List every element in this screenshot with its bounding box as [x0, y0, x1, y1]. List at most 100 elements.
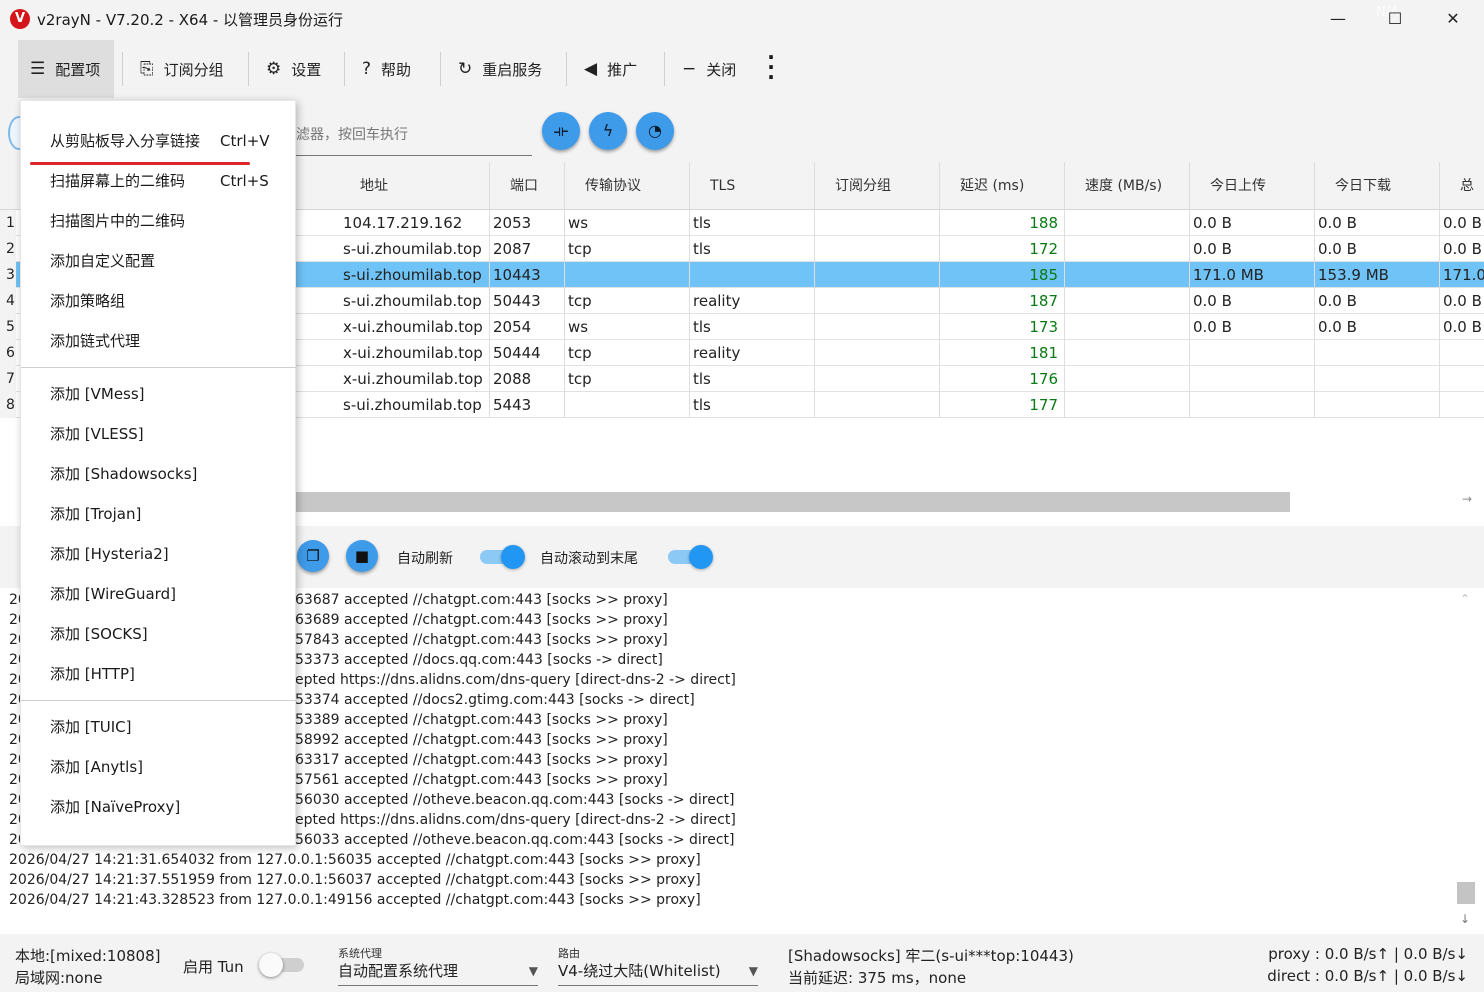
maximize-button[interactable]: ☐ — [1380, 6, 1410, 32]
toolbar-settings-button[interactable]: ⚙ 设置 — [266, 40, 321, 98]
table-cell-tls: reality — [690, 340, 815, 366]
table-cell-net — [565, 262, 690, 288]
menu-item[interactable]: 从剪贴板导入分享链接 Ctrl+V — [21, 121, 297, 161]
server-icon: ☰ — [30, 59, 46, 79]
menu-item[interactable]: 添加自定义配置 — [21, 241, 297, 281]
menu-separator — [21, 700, 297, 701]
menu-item[interactable]: 添加 [SOCKS] — [21, 614, 297, 654]
table-cell-down: 0.0 B — [1315, 210, 1440, 236]
minimize-button[interactable]: — — [1323, 6, 1353, 32]
route-select[interactable]: V4-绕过大陆(Whitelist) ▼ — [558, 958, 758, 986]
log-line: 58992 accepted //chatgpt.com:443 [socks … — [295, 732, 668, 748]
toolbar-help-label: 帮助 — [381, 60, 412, 79]
toolbar-servers-label: 配置项 — [55, 60, 101, 79]
menu-item[interactable]: 添加 [NaïveProxy] — [21, 787, 297, 827]
table-cell-delay: 185 — [940, 262, 1065, 288]
table-cell-up: 0.0 B — [1190, 236, 1315, 262]
filter-input[interactable]: 滤器，按回车执行 — [296, 112, 532, 156]
auto-scroll-toggle[interactable] — [668, 545, 713, 569]
menu-item-shortcut: Ctrl+V — [220, 132, 270, 150]
column-header[interactable]: 速度 (MB/s) — [1065, 162, 1190, 210]
table-cell-speed — [1065, 210, 1190, 236]
menu-item[interactable]: 添加 [Trojan] — [21, 494, 297, 534]
menu-item[interactable]: 添加 [Hysteria2] — [21, 534, 297, 574]
column-header[interactable]: 地址 — [340, 162, 490, 210]
column-header[interactable]: 订阅分组 — [815, 162, 940, 210]
menu-item[interactable]: 扫描屏幕上的二维码 Ctrl+S — [21, 161, 297, 201]
column-header[interactable]: 传输协议 — [565, 162, 690, 210]
test-delay-button[interactable]: ϟ — [589, 112, 627, 150]
sysproxy-select[interactable]: 自动配置系统代理 ▼ — [338, 958, 538, 986]
toolbar-subscription-button[interactable]: ⎘ 订阅分组 — [140, 40, 224, 98]
current-server-text: [Shadowsocks] 牢二(s-ui***top:10443) — [788, 947, 1074, 965]
menu-item-label: 添加 [HTTP] — [50, 665, 135, 683]
table-cell-down: 153.9 MB — [1315, 262, 1440, 288]
table-cell-total: 171.0 — [1440, 262, 1484, 288]
menu-item[interactable]: 添加 [Anytls] — [21, 747, 297, 787]
table-cell-up: 0.0 B — [1190, 210, 1315, 236]
log-line: epted https://dns.alidns.com/dns-query [… — [295, 672, 736, 688]
table-cell-tls: reality — [690, 288, 815, 314]
menu-item-label: 添加链式代理 — [50, 332, 141, 350]
test-speed-button[interactable]: ◔ — [636, 112, 674, 150]
menu-item[interactable]: 添加链式代理 — [21, 321, 297, 361]
scroll-down-icon[interactable]: ↓ — [1460, 912, 1470, 926]
more-options-icon[interactable]: · · · — [762, 47, 780, 87]
menu-item[interactable]: 添加策略组 — [21, 281, 297, 321]
menu-item[interactable]: 添加 [TUIC] — [21, 707, 297, 747]
menu-item[interactable]: 添加 [WireGuard] — [21, 574, 297, 614]
toolbar-promote-button[interactable]: ◀ 推广 — [584, 40, 637, 98]
table-cell-up — [1190, 340, 1315, 366]
toolbar-servers-button[interactable]: ☰ 配置项 — [18, 40, 114, 98]
menu-item[interactable]: 添加 [Shadowsocks] — [21, 454, 297, 494]
toolbar-restart-button[interactable]: ↻ 重启服务 — [458, 40, 542, 98]
tun-toggle[interactable] — [259, 953, 304, 977]
toolbar-close-button[interactable]: − 关闭 — [682, 40, 736, 98]
close-window-button[interactable]: ✕ — [1438, 6, 1468, 32]
table-cell-up — [1190, 366, 1315, 392]
log-line: 63687 accepted //chatgpt.com:443 [socks … — [295, 592, 668, 608]
log-line: 53373 accepted //docs.qq.com:443 [socks … — [295, 652, 663, 668]
table-cell-port: 2087 — [490, 236, 565, 262]
table-cell-tls: tls — [690, 392, 815, 418]
table-cell-total: 0.0 B — [1440, 288, 1484, 314]
log-line: 2026/04/27 14:21:43.328523 from 127.0.0.… — [9, 892, 701, 908]
auto-refresh-toggle[interactable] — [480, 545, 525, 569]
copy-icon: ❐ — [306, 547, 320, 565]
table-cell-port: 2088 — [490, 366, 565, 392]
menu-item-label: 添加策略组 — [50, 292, 126, 310]
menu-item-shortcut: Ctrl+S — [220, 172, 269, 190]
log-line: 63689 accepted //chatgpt.com:443 [socks … — [295, 612, 668, 628]
table-cell-addr: s-ui.zhoumilab.top — [340, 236, 490, 262]
table-cell-tls: tls — [690, 210, 815, 236]
column-header[interactable]: 总 — [1440, 162, 1484, 210]
clear-log-button[interactable]: ■ — [346, 540, 378, 572]
scroll-right-icon[interactable]: → — [1462, 492, 1472, 506]
column-header[interactable]: 今日下载 — [1315, 162, 1440, 210]
window-title: v2rayN - V7.20.2 - X64 - 以管理员身份运行 — [37, 11, 344, 29]
log-line: 63317 accepted //chatgpt.com:443 [socks … — [295, 752, 668, 768]
menu-item[interactable]: 添加 [HTTP] — [21, 654, 297, 694]
local-port-text: 本地:[mixed:10808] — [15, 947, 161, 965]
toolbar-help-button[interactable]: ? 帮助 — [362, 40, 411, 98]
column-header[interactable]: TLS — [690, 162, 815, 210]
menu-separator — [21, 367, 297, 368]
vertical-scrollbar-thumb[interactable] — [1457, 882, 1475, 904]
menu-item[interactable]: 添加 [VLESS] — [21, 414, 297, 454]
column-header[interactable]: 延迟 (ms) — [940, 162, 1065, 210]
scroll-up-icon[interactable]: ⌃ — [1460, 592, 1470, 606]
menu-item[interactable]: 添加 [VMess] — [21, 374, 297, 414]
menu-item[interactable]: 扫描图片中的二维码 — [21, 201, 297, 241]
chevron-down-icon: ▼ — [528, 964, 538, 978]
sort-columns-button[interactable]: ⟛ — [542, 112, 580, 150]
table-cell-port: 50444 — [490, 340, 565, 366]
row-number: 1 — [0, 210, 16, 236]
table-cell-total — [1440, 366, 1484, 392]
column-header[interactable]: 端口 — [490, 162, 565, 210]
help-icon: ? — [362, 59, 372, 79]
speedometer-icon: ◔ — [648, 121, 662, 140]
column-header[interactable]: 今日上传 — [1190, 162, 1315, 210]
horizontal-scrollbar[interactable] — [296, 492, 1290, 512]
toolbar-settings-label: 设置 — [291, 60, 322, 79]
copy-log-button[interactable]: ❐ — [297, 540, 329, 572]
